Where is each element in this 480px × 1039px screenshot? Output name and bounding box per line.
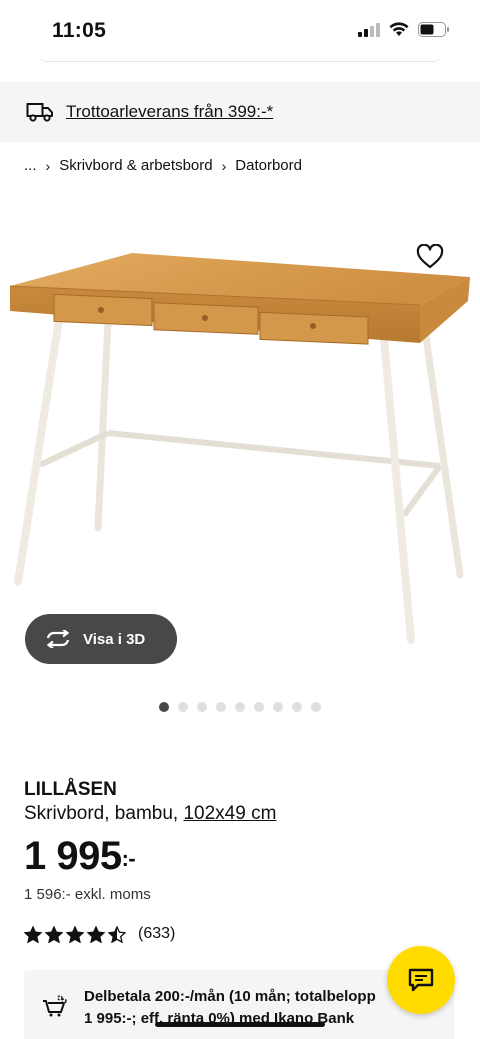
breadcrumb: ... › Skrivbord & arbetsbord › Datorbord <box>24 157 302 174</box>
breadcrumb-item-desks[interactable]: Skrivbord & arbetsbord <box>59 157 212 174</box>
price-main: 1 995 <box>24 834 122 878</box>
carousel-dot[interactable] <box>178 702 188 712</box>
product-description: Skrivbord, bambu, 102x49 cm <box>24 803 276 825</box>
heart-icon[interactable] <box>416 244 444 270</box>
carousel-dot[interactable] <box>311 702 321 712</box>
cart-coins-icon <box>43 995 67 1017</box>
carousel-dot[interactable] <box>254 702 264 712</box>
product-size-link[interactable]: 102x49 cm <box>183 803 276 824</box>
wifi-icon <box>389 22 409 36</box>
product-name: LILLÅSEN <box>24 779 117 800</box>
price-suffix: :- <box>121 846 136 871</box>
breadcrumb-item-computer-desks[interactable]: Datorbord <box>235 157 302 174</box>
view-3d-button[interactable]: Visa i 3D <box>25 614 177 664</box>
chat-button[interactable] <box>387 946 455 1014</box>
product-type: Skrivbord, bambu, <box>24 803 179 824</box>
signal-icon <box>358 22 380 37</box>
rating-stars <box>24 925 126 943</box>
carousel-dot[interactable] <box>159 702 169 712</box>
carousel-dot[interactable] <box>235 702 245 712</box>
rotate-3d-icon <box>46 630 70 648</box>
star-full-icon <box>66 925 84 943</box>
chevron-right-icon: › <box>221 157 227 174</box>
price-excl-vat: 1 596:- exkl. moms <box>24 886 151 903</box>
url-bar-edge <box>38 54 442 62</box>
product-price: 1 995:- <box>24 834 136 879</box>
star-full-icon <box>87 925 105 943</box>
view-3d-label: Visa i 3D <box>83 630 146 648</box>
chat-icon <box>408 968 434 992</box>
breadcrumb-ellipsis[interactable]: ... <box>24 157 37 174</box>
carousel-dot[interactable] <box>216 702 226 712</box>
delivery-banner[interactable]: Trottoarleverans från 399:-* <box>0 82 480 142</box>
battery-icon <box>418 22 449 37</box>
star-half-icon <box>108 925 126 943</box>
status-icons <box>358 22 450 37</box>
carousel-dot[interactable] <box>197 702 207 712</box>
status-bar: 11:05 <box>0 0 480 62</box>
status-time: 11:05 <box>52 19 107 42</box>
star-full-icon <box>24 925 42 943</box>
delivery-link[interactable]: Trottoarleverans från 399:-* <box>66 102 273 122</box>
carousel-indicator <box>0 702 480 712</box>
star-full-icon <box>45 925 63 943</box>
home-indicator[interactable] <box>155 1022 325 1027</box>
carousel-dot[interactable] <box>273 702 283 712</box>
chevron-right-icon: › <box>45 157 51 174</box>
truck-icon <box>26 103 53 122</box>
product-rating[interactable]: (633) <box>24 925 175 943</box>
carousel-dot[interactable] <box>292 702 302 712</box>
review-count[interactable]: (633) <box>138 925 175 943</box>
